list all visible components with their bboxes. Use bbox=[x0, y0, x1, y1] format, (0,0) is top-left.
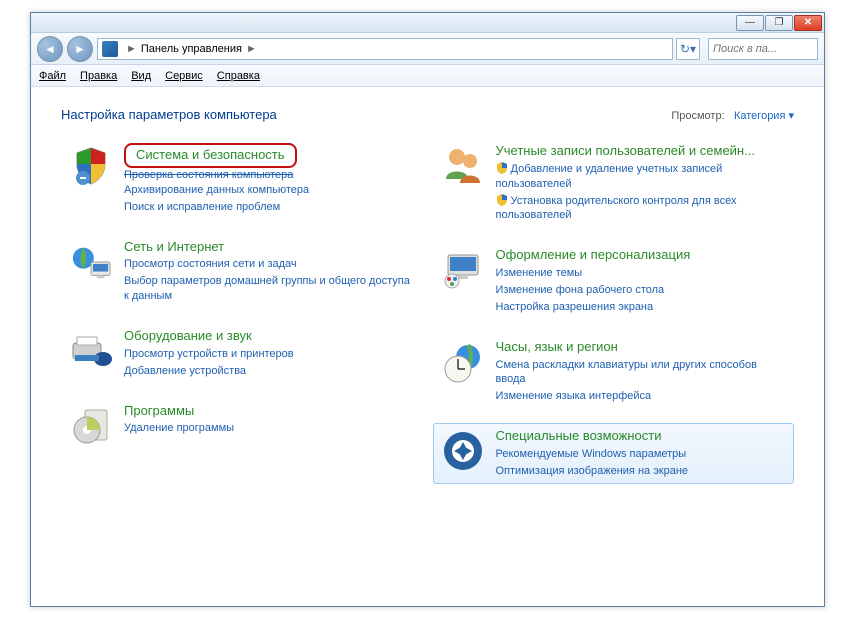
breadcrumb-arrow-icon: ► bbox=[126, 43, 137, 55]
category-system-security: Система и безопасность Проверка состояни… bbox=[61, 138, 423, 220]
category-link[interactable]: Программы bbox=[124, 403, 194, 418]
sub-link[interactable]: Добавление устройства bbox=[124, 364, 416, 379]
menu-help[interactable]: Справка bbox=[217, 70, 260, 82]
category-hardware: Оборудование и звук Просмотр устройств и… bbox=[61, 323, 423, 384]
sub-link[interactable]: Рекомендуемые Windows параметры bbox=[496, 447, 788, 462]
uac-shield-icon bbox=[496, 194, 508, 206]
menu-tools[interactable]: Сервис bbox=[165, 70, 203, 82]
menu-view[interactable]: Вид bbox=[131, 70, 151, 82]
monitor-palette-icon bbox=[440, 247, 486, 293]
sub-link[interactable]: Смена раскладки клавиатуры или других сп… bbox=[496, 358, 788, 388]
category-link[interactable]: Сеть и Интернет bbox=[124, 239, 224, 254]
control-panel-window: — ❐ ✕ ◄ ► ► Панель управления ► ↻▾ Файл … bbox=[30, 12, 825, 607]
content-area: Настройка параметров компьютера Просмотр… bbox=[31, 87, 824, 606]
category-programs: Программы Удаление программы bbox=[61, 398, 423, 454]
search-input[interactable] bbox=[708, 38, 818, 60]
clock-globe-icon bbox=[440, 339, 486, 385]
shield-icon bbox=[68, 143, 114, 189]
sub-link[interactable]: Удаление программы bbox=[124, 421, 416, 436]
minimize-button[interactable]: — bbox=[736, 15, 764, 31]
category-user-accounts: Учетные записи пользователей и семейн...… bbox=[433, 138, 795, 228]
sub-link[interactable]: Просмотр состояния сети и задач bbox=[124, 257, 416, 272]
people-icon bbox=[440, 143, 486, 189]
categories-grid: Система и безопасность Проверка состояни… bbox=[61, 138, 794, 484]
category-link[interactable]: Оформление и персонализация bbox=[496, 247, 691, 262]
category-accessibility: Специальные возможности Рекомендуемые Wi… bbox=[433, 423, 795, 484]
category-link[interactable]: Система и безопасность bbox=[136, 147, 285, 162]
disc-box-icon bbox=[68, 403, 114, 449]
category-clock-region: Часы, язык и регион Смена раскладки клав… bbox=[433, 334, 795, 409]
sub-link[interactable]: Установка родительского контроля для все… bbox=[496, 194, 788, 224]
category-link[interactable]: Часы, язык и регион bbox=[496, 339, 618, 354]
ease-of-access-icon bbox=[440, 428, 486, 474]
sub-link[interactable]: Добавление и удаление учетных записей по… bbox=[496, 162, 788, 192]
left-column: Система и безопасность Проверка состояни… bbox=[61, 138, 423, 484]
control-panel-icon bbox=[102, 41, 118, 57]
forward-button[interactable]: ► bbox=[67, 36, 93, 62]
sub-link[interactable]: Настройка разрешения экрана bbox=[496, 300, 788, 315]
sub-link-struck[interactable]: Проверка состояния компьютера bbox=[124, 169, 416, 181]
menu-bar: Файл Правка Вид Сервис Справка bbox=[31, 65, 824, 87]
titlebar: — ❐ ✕ bbox=[31, 13, 824, 33]
sub-link[interactable]: Изменение языка интерфейса bbox=[496, 389, 788, 404]
sub-link[interactable]: Поиск и исправление проблем bbox=[124, 200, 416, 215]
breadcrumb-arrow-icon[interactable]: ► bbox=[246, 43, 257, 55]
uac-shield-icon bbox=[496, 162, 508, 174]
heading-row: Настройка параметров компьютера Просмотр… bbox=[61, 107, 794, 122]
category-link[interactable]: Специальные возможности bbox=[496, 428, 662, 443]
menu-file[interactable]: Файл bbox=[39, 70, 66, 82]
category-appearance: Оформление и персонализация Изменение те… bbox=[433, 242, 795, 319]
view-dropdown[interactable]: Категория ▾ bbox=[734, 110, 794, 122]
breadcrumb[interactable]: Панель управления bbox=[141, 43, 242, 55]
maximize-button[interactable]: ❐ bbox=[765, 15, 793, 31]
back-button[interactable]: ◄ bbox=[37, 36, 63, 62]
sub-link[interactable]: Архивирование данных компьютера bbox=[124, 183, 416, 198]
highlight-annotation: Система и безопасность bbox=[124, 143, 297, 168]
refresh-button[interactable]: ↻▾ bbox=[676, 38, 700, 60]
category-link[interactable]: Учетные записи пользователей и семейн... bbox=[496, 143, 755, 158]
menu-edit[interactable]: Правка bbox=[80, 70, 117, 82]
sub-link[interactable]: Просмотр устройств и принтеров bbox=[124, 347, 416, 362]
view-selector: Просмотр: Категория ▾ bbox=[671, 108, 794, 122]
view-label: Просмотр: bbox=[671, 110, 724, 122]
close-button[interactable]: ✕ bbox=[794, 15, 822, 31]
page-title: Настройка параметров компьютера bbox=[61, 107, 277, 122]
sub-link[interactable]: Выбор параметров домашней группы и общег… bbox=[124, 274, 416, 304]
printer-hardware-icon bbox=[68, 328, 114, 374]
sub-link[interactable]: Изменение фона рабочего стола bbox=[496, 283, 788, 298]
sub-link[interactable]: Изменение темы bbox=[496, 266, 788, 281]
category-network: Сеть и Интернет Просмотр состояния сети … bbox=[61, 234, 423, 309]
address-bar[interactable]: ► Панель управления ► bbox=[97, 38, 673, 60]
nav-bar: ◄ ► ► Панель управления ► ↻▾ bbox=[31, 33, 824, 65]
right-column: Учетные записи пользователей и семейн...… bbox=[433, 138, 795, 484]
category-link[interactable]: Оборудование и звук bbox=[124, 328, 252, 343]
globe-network-icon bbox=[68, 239, 114, 285]
sub-link[interactable]: Оптимизация изображения на экране bbox=[496, 464, 788, 479]
